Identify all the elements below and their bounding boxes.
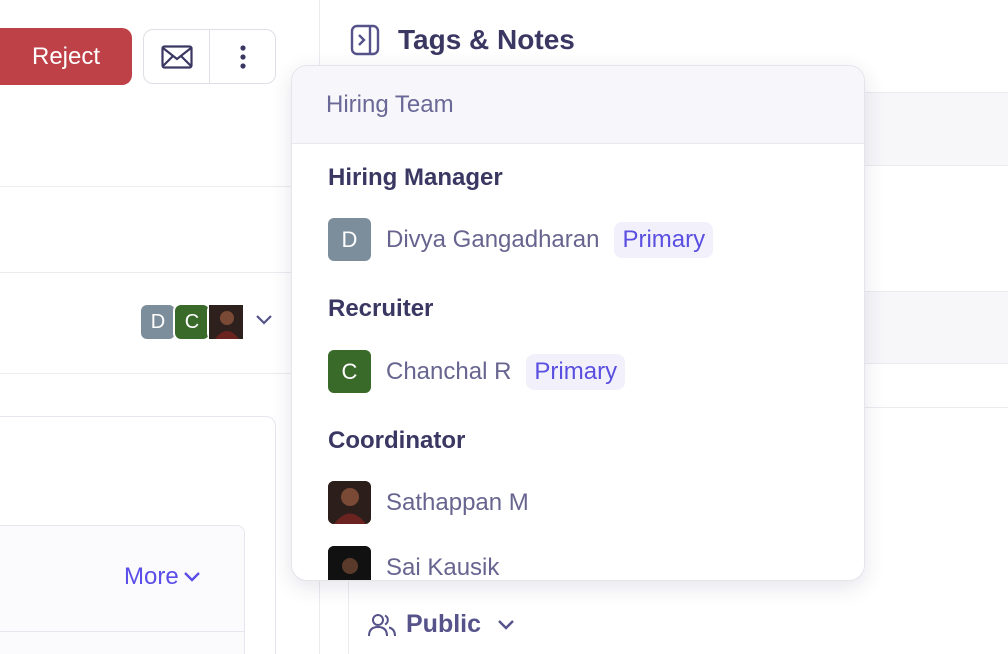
section-label-coordinator: Coordinator — [328, 427, 466, 454]
collapse-panel-icon[interactable] — [350, 24, 380, 56]
list-item[interactable]: C Chanchal R Primary — [328, 350, 626, 393]
primary-badge: Primary — [526, 353, 626, 390]
users-icon — [368, 613, 396, 636]
more-link[interactable]: More — [124, 563, 201, 591]
divider — [0, 272, 320, 273]
divider — [0, 186, 320, 187]
details-subcard — [0, 525, 245, 654]
primary-badge: Primary — [614, 221, 714, 258]
hiring-team-avatars[interactable]: D C — [139, 303, 245, 341]
chevron-down-icon — [498, 619, 514, 630]
vertical-ellipsis-icon — [239, 44, 246, 69]
member-name: Divya Gangadharan — [386, 225, 600, 253]
panel-row — [865, 92, 1008, 166]
hiring-team-dropdown: Hiring Team Hiring Manager D Divya Ganga… — [291, 65, 865, 581]
divider — [0, 373, 320, 374]
divider — [348, 580, 349, 654]
list-item[interactable]: D Divya Gangadharan Primary — [328, 218, 714, 261]
more-label: More — [124, 563, 179, 590]
list-item[interactable]: Sathappan M — [328, 481, 529, 524]
panel-header: Tags & Notes — [350, 24, 575, 56]
avatar: D — [328, 218, 371, 261]
panel-title: Tags & Notes — [398, 24, 575, 55]
list-item[interactable]: Sai Kausik — [328, 546, 500, 581]
reject-button[interactable]: Reject — [0, 28, 132, 85]
dropdown-header: Hiring Team — [292, 66, 864, 144]
section-label-recruiter: Recruiter — [328, 295, 434, 322]
action-button-group — [143, 29, 276, 84]
envelope-icon — [160, 44, 193, 69]
member-name: Chanchal R — [386, 357, 512, 385]
dropdown-title: Hiring Team — [326, 90, 454, 118]
section-label-hiring-manager: Hiring Manager — [328, 164, 503, 191]
avatar: C — [173, 303, 211, 341]
more-actions-button[interactable] — [209, 30, 275, 83]
visibility-label: Public — [406, 610, 482, 638]
chevron-down-icon[interactable] — [254, 313, 274, 327]
divider — [865, 407, 1008, 408]
member-name: Sai Kausik — [386, 553, 500, 581]
email-button[interactable] — [144, 30, 209, 83]
candidate-main-pane: Reject D C More — [0, 0, 320, 654]
panel-row — [865, 291, 1008, 364]
avatar-photo — [328, 546, 371, 580]
avatar: C — [328, 350, 371, 393]
avatar-photo — [207, 303, 245, 341]
visibility-selector[interactable]: Public — [368, 610, 515, 639]
chevron-down-icon — [183, 572, 200, 582]
member-name: Sathappan M — [386, 488, 529, 516]
divider — [0, 631, 244, 632]
avatar: D — [139, 303, 177, 341]
avatar-photo — [328, 481, 371, 524]
